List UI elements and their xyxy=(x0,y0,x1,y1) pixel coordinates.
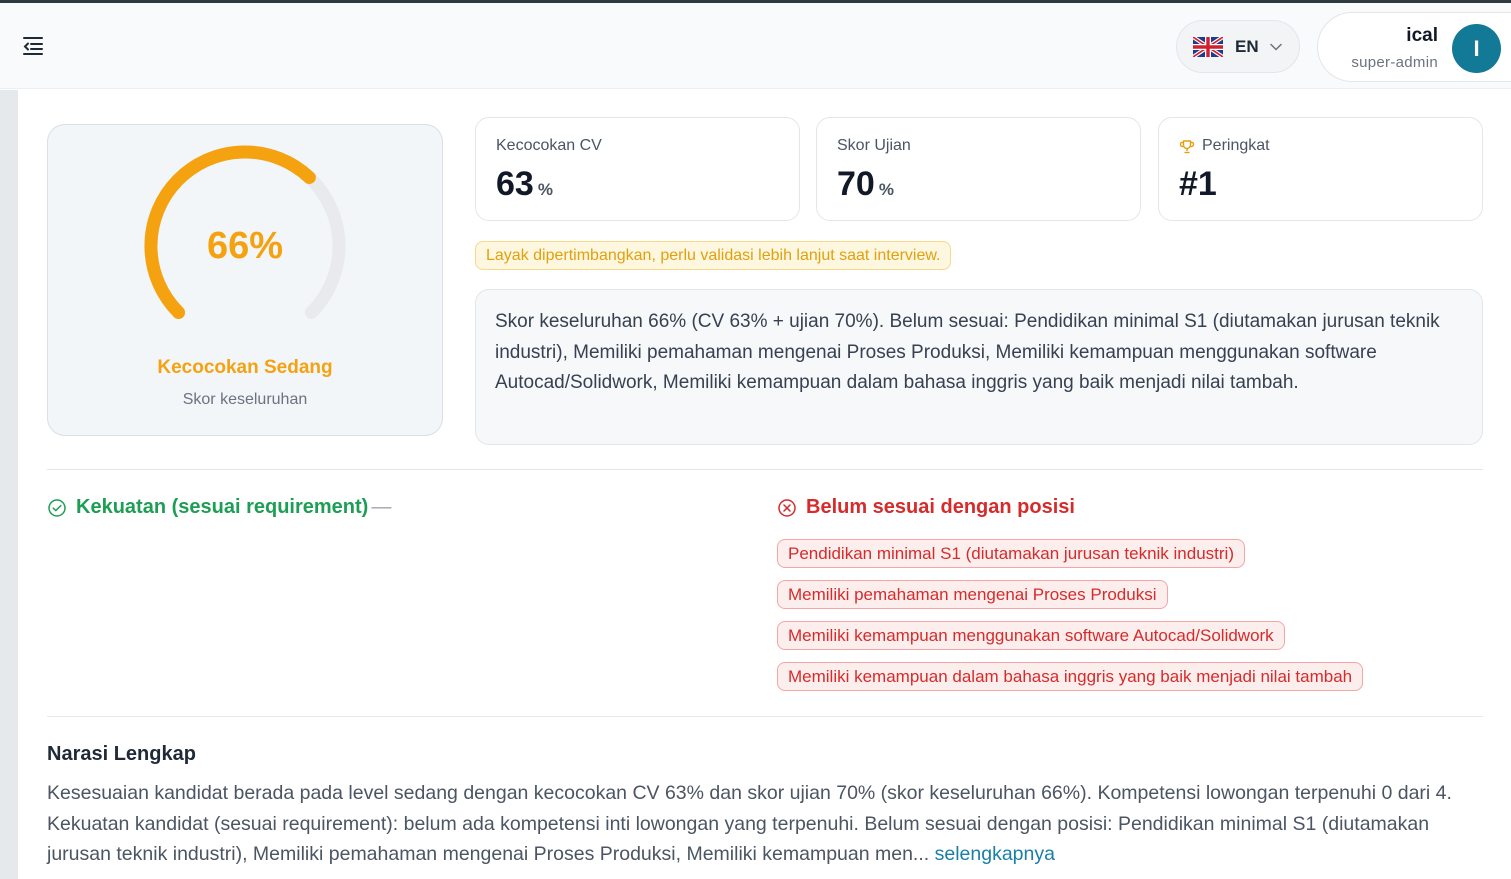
menu-collapse-icon[interactable] xyxy=(20,35,46,57)
language-code: EN xyxy=(1235,36,1259,56)
section-divider xyxy=(47,716,1483,717)
avatar: I xyxy=(1452,24,1501,73)
gap-tag: Memiliki kemampuan dalam bahasa inggris … xyxy=(777,662,1364,691)
exam-score-value: 70% xyxy=(837,165,894,203)
strengths-empty: — xyxy=(371,496,392,518)
trophy-icon xyxy=(1179,140,1195,154)
cv-match-label: Kecocokan CV xyxy=(496,137,602,154)
gap-tag: Memiliki pemahaman mengenai Proses Produ… xyxy=(777,580,1168,609)
gaps-list: Pendidikan minimal S1 (diutamakan jurusa… xyxy=(777,539,1364,703)
user-menu[interactable]: ical super-admin I xyxy=(1317,12,1511,82)
sidebar-edge xyxy=(0,90,18,879)
narrative-title: Narasi Lengkap xyxy=(47,743,196,765)
top-bar: EN ical super-admin I xyxy=(0,3,1511,89)
gaps-heading: Belum sesuai dengan posisi xyxy=(777,496,1075,519)
chevron-down-icon xyxy=(1269,43,1282,51)
rank-value: #1 xyxy=(1179,165,1217,203)
check-circle-icon xyxy=(48,498,66,517)
gap-tag: Pendidikan minimal S1 (diutamakan jurusa… xyxy=(777,539,1245,568)
cv-match-card: Kecocokan CV 63% xyxy=(475,117,800,221)
x-circle-icon xyxy=(778,498,796,517)
overall-score-caption: Skor keseluruhan xyxy=(182,391,308,408)
exam-score-card: Skor Ujian 70% xyxy=(816,117,1141,221)
strengths-heading: Kekuatan (sesuai requirement) — xyxy=(47,496,391,519)
recommendation-badge: Layak dipertimbangkan, perlu validasi le… xyxy=(475,241,952,270)
read-more-link[interactable]: selengkapnya xyxy=(935,843,1055,865)
narrative-text: Kesesuaian kandidat berada pada level se… xyxy=(47,782,1452,865)
user-name: ical xyxy=(1406,25,1438,46)
rank-label: Peringkat xyxy=(1202,137,1270,154)
gaps-title: Belum sesuai dengan posisi xyxy=(806,496,1075,518)
overall-score-value: 66% xyxy=(206,225,284,267)
strengths-title: Kekuatan (sesuai requirement) xyxy=(76,496,369,518)
gap-tag: Memiliki kemampuan menggunakan software … xyxy=(777,621,1285,650)
match-level-label: Kecocokan Sedang xyxy=(157,357,333,378)
score-summary: Skor keseluruhan 66% (CV 63% + ujian 70%… xyxy=(475,289,1483,445)
user-role: super-admin xyxy=(1351,54,1438,71)
cv-match-value: 63% xyxy=(496,165,553,203)
section-divider xyxy=(47,469,1483,470)
uk-flag-icon xyxy=(1193,36,1223,57)
exam-score-label: Skor Ujian xyxy=(837,137,911,154)
language-selector[interactable]: EN xyxy=(1176,20,1300,73)
rank-card: Peringkat #1 xyxy=(1158,117,1483,221)
overall-score-card: 66% Kecocokan Sedang Skor keseluruhan xyxy=(47,124,443,436)
